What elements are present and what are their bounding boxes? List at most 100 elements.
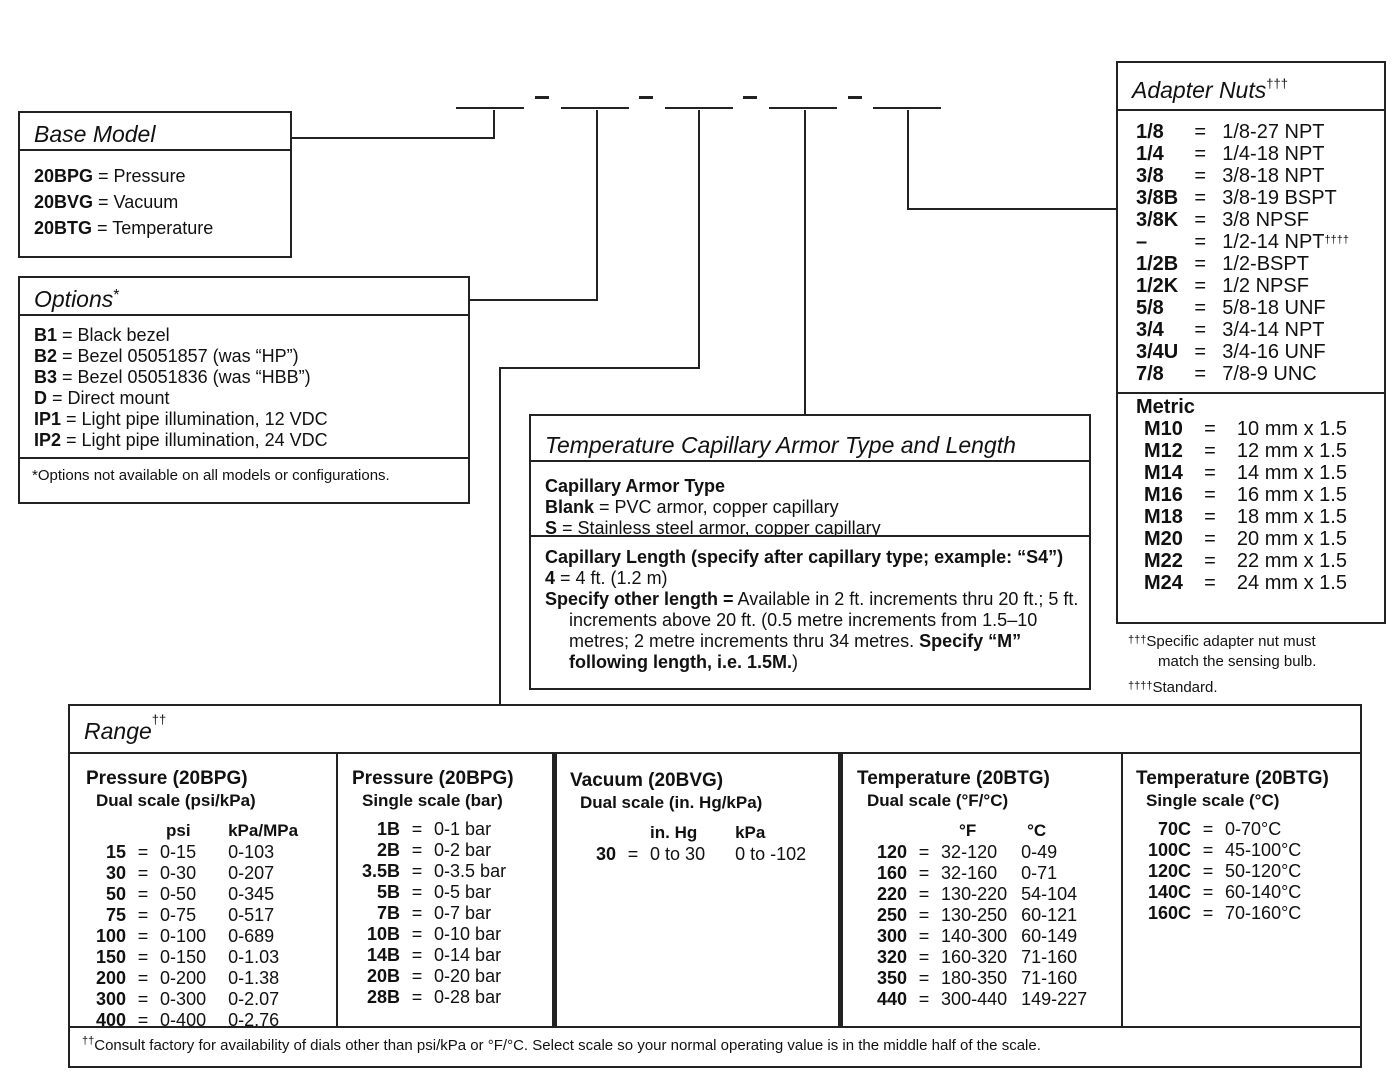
range-title-text: Range: [84, 718, 152, 744]
row-value: 3/8 NPSF: [1222, 209, 1309, 231]
row-code: M24: [1144, 572, 1183, 594]
row-equals: =: [918, 884, 930, 904]
table-row: 3/4U = 3/4-16 UNF: [1136, 341, 1363, 363]
option-code: B3: [34, 367, 58, 387]
row-value: 70-160°C: [1225, 903, 1302, 923]
table-header-blank: [907, 819, 941, 842]
options-title-mark: *: [113, 287, 120, 304]
row-equals: =: [411, 987, 423, 1007]
row-value: 0-207: [228, 863, 275, 883]
row-value: 22 mm x 1.5: [1236, 550, 1347, 572]
row-value: 0-3.5 bar: [434, 861, 507, 881]
row-value: 0-200: [160, 968, 207, 988]
row-code: 120: [877, 842, 908, 862]
row-value: 1/8-27 NPT: [1222, 121, 1325, 143]
table-row: 3/8 = 3/8-18 NPT: [1136, 165, 1363, 187]
row-code: 100C: [1148, 840, 1192, 860]
range-title: Range††: [70, 706, 1360, 754]
range-col-temp-single: Temperature (20BTG) Single scale (°C) 70…: [1136, 768, 1329, 924]
row-equals: =: [137, 884, 149, 904]
temp-dual-table: °F °C 120 = 32-120 0-49 160 = 32-160 0-71 220 = 130-…: [857, 819, 1101, 1010]
table-row: M20 = 20 mm x 1.5: [1144, 528, 1361, 550]
row-equals: =: [1204, 572, 1216, 594]
code-blank-5: [873, 107, 941, 109]
code-dash-3: [743, 96, 757, 99]
armor-heading: Capillary Armor Type: [545, 476, 726, 496]
row-code: 300: [96, 989, 127, 1009]
row-code: 150: [96, 947, 127, 967]
row-value: 3/4-14 NPT: [1222, 319, 1325, 341]
row-code: 1/8: [1136, 121, 1164, 143]
row-value: 0-50: [160, 884, 197, 904]
row-code: 20B: [367, 966, 401, 986]
code-blank-4: [769, 107, 837, 109]
adapter-note1-line1: Specific adapter nut must: [1146, 633, 1316, 650]
row-value: 3/4-16 UNF: [1222, 341, 1326, 363]
base-model-box: Base Model 20BPG = Pressure 20BVG = Vacuu…: [18, 111, 292, 258]
row-code: M10: [1144, 418, 1183, 440]
row-equals: =: [1204, 418, 1216, 440]
option-desc: = Light pipe illumination, 24 VDC: [61, 430, 328, 450]
table-row: 1/2B = 1/2-BSPT: [1136, 253, 1363, 275]
range-sep-4: [1121, 754, 1123, 1026]
length-other-line1: Specify other length = Available in 2 ft…: [545, 589, 1078, 610]
row-code: M14: [1144, 462, 1183, 484]
table-row: 160C = 70-160°C: [1136, 903, 1315, 924]
row-code: 15: [106, 842, 127, 862]
table-row: 30 = 0-30 0-207: [86, 863, 308, 884]
row-equals: =: [1202, 861, 1214, 881]
table-row: 1/8 = 1/8-27 NPT: [1136, 121, 1363, 143]
other-line3a: metres; 2 metre increments thru 34 metre…: [569, 631, 920, 651]
row-equals: =: [137, 947, 149, 967]
table-row: M16 = 16 mm x 1.5: [1144, 484, 1361, 506]
table-row: M24 = 24 mm x 1.5: [1144, 572, 1361, 594]
table-row: 160 = 32-160 0-71: [857, 863, 1101, 884]
adapter-note-1: †††Specific adapter nut must: [1128, 632, 1316, 652]
row-equals: =: [1204, 528, 1216, 550]
row-value: 60-140°C: [1225, 882, 1302, 902]
adapter-title-text: Adapter Nuts: [1132, 77, 1267, 103]
table-row: 5B = 0-5 bar: [352, 882, 520, 903]
row-equals: =: [1194, 209, 1207, 231]
table-row: 50 = 0-50 0-345: [86, 884, 308, 905]
row-value: 0-14 bar: [434, 945, 502, 965]
adapter-notes: †††Specific adapter nut must match the s…: [1128, 632, 1316, 698]
range-sep-2: [552, 754, 557, 1026]
table-header-row: psi kPa/MPa: [86, 819, 308, 842]
base-model-item: 20BVG = Vacuum: [34, 189, 276, 215]
row-code: M16: [1144, 484, 1183, 506]
option-code: IP1: [34, 409, 62, 429]
row-value: 0-1 bar: [434, 819, 492, 839]
table-row: 7B = 0-7 bar: [352, 903, 520, 924]
row-value: 130-220: [941, 884, 1008, 904]
row-value: 180-350: [941, 968, 1008, 988]
row-equals: =: [1194, 187, 1207, 209]
temp-dual-heading: Temperature (20BTG): [857, 768, 1050, 789]
code-blank-1: [456, 107, 524, 109]
row-equals: =: [1194, 165, 1207, 187]
base-model-code: 20BPG: [34, 166, 94, 186]
code-blank-3: [665, 107, 733, 109]
row-code: 30: [596, 844, 617, 864]
row-value: 0-345: [228, 884, 275, 904]
adapter-nuts-box: Adapter Nuts††† 1/8 = 1/8-27 NPT 1/4 = 1/4-18…: [1116, 61, 1386, 624]
range-footnote: ††Consult factory for availability of di…: [70, 1026, 1360, 1066]
row-code: 5B: [377, 882, 401, 902]
row-code: 3.5B: [362, 861, 401, 881]
row-code: 300: [877, 926, 908, 946]
length-other-line3: metres; 2 metre increments thru 34 metre…: [545, 631, 1075, 652]
code-dash-4: [848, 96, 862, 99]
table-row: 300 = 0-300 0-2.07: [86, 989, 308, 1010]
row-equals: =: [1204, 440, 1216, 462]
table-row: 200 = 0-200 0-1.38: [86, 968, 308, 989]
table-row: M18 = 18 mm x 1.5: [1144, 506, 1361, 528]
table-column-header: psi: [166, 821, 191, 840]
armor-section: Capillary Armor Type Blank = PVC armor, …: [531, 462, 1089, 535]
adapter-note2-mark: ††††: [1128, 680, 1153, 692]
range-col-pressure-dual: Pressure (20BPG) Dual scale (psi/kPa) ps…: [86, 768, 308, 1031]
temp-single-heading: Temperature (20BTG): [1136, 768, 1329, 789]
table-row: 10B = 0-10 bar: [352, 924, 520, 945]
option-desc: = Bezel 05051857 (was “HP”): [57, 346, 299, 366]
row-code: 220: [877, 884, 908, 904]
row-code: 1/2B: [1136, 253, 1179, 275]
